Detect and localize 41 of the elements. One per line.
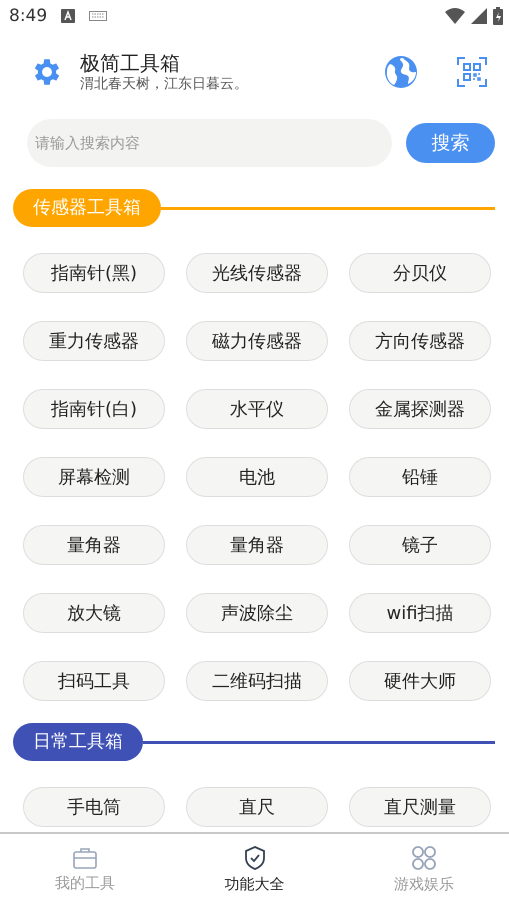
tool-button[interactable]: 水平仪: [186, 389, 328, 429]
section-title: 传感器工具箱: [13, 189, 161, 227]
globe-icon[interactable]: [383, 54, 419, 90]
tool-button[interactable]: 铅锤: [349, 457, 491, 497]
app-subtitle: 渭北春天树，江东日暮云。: [80, 75, 249, 93]
search-field[interactable]: 请输入搜索内容: [27, 119, 392, 167]
tool-button[interactable]: 指南针(白): [23, 389, 165, 429]
tool-button[interactable]: 磁力传感器: [186, 321, 328, 361]
tool-button[interactable]: 分贝仪: [349, 253, 491, 293]
four-circles-icon: [411, 844, 438, 870]
tool-button[interactable]: 金属探测器: [349, 389, 491, 429]
tool-button[interactable]: 屏幕检测: [23, 457, 165, 497]
tool-button[interactable]: 量角器: [186, 525, 328, 565]
wifi-icon: [445, 8, 465, 24]
tool-button[interactable]: 直尺测量: [349, 787, 491, 827]
font-icon: [61, 9, 76, 23]
tool-button[interactable]: 重力传感器: [23, 321, 165, 361]
tool-button[interactable]: 硬件大师: [349, 661, 491, 701]
tool-button[interactable]: 镜子: [349, 525, 491, 565]
tool-button[interactable]: 手电筒: [23, 787, 165, 827]
tool-button[interactable]: 方向传感器: [349, 321, 491, 361]
tool-button[interactable]: 扫码工具: [23, 661, 165, 701]
app-title: 极简工具箱: [80, 51, 181, 75]
tool-button[interactable]: 电池: [186, 457, 328, 497]
tool-button[interactable]: 声波除尘: [186, 593, 328, 633]
tool-button[interactable]: 光线传感器: [186, 253, 328, 293]
status-time: 8:49: [9, 6, 48, 26]
tool-button[interactable]: wifi扫描: [349, 593, 491, 633]
briefcase-icon: [72, 846, 98, 870]
section-title: 日常工具箱: [13, 723, 143, 761]
keyboard-icon: [89, 11, 108, 21]
tool-button[interactable]: 二维码扫描: [186, 661, 328, 701]
shield-check-icon: [242, 844, 266, 870]
tool-button[interactable]: 直尺: [186, 787, 328, 827]
qr-scan-icon[interactable]: [457, 57, 487, 87]
signal-icon: [471, 8, 487, 24]
tool-button[interactable]: 放大镜: [23, 593, 165, 633]
nav-tab[interactable]: 功能大全: [170, 834, 340, 904]
tool-button[interactable]: 指南针(黑): [23, 253, 165, 293]
battery-icon: [493, 7, 503, 25]
tool-button[interactable]: 量角器: [23, 525, 165, 565]
